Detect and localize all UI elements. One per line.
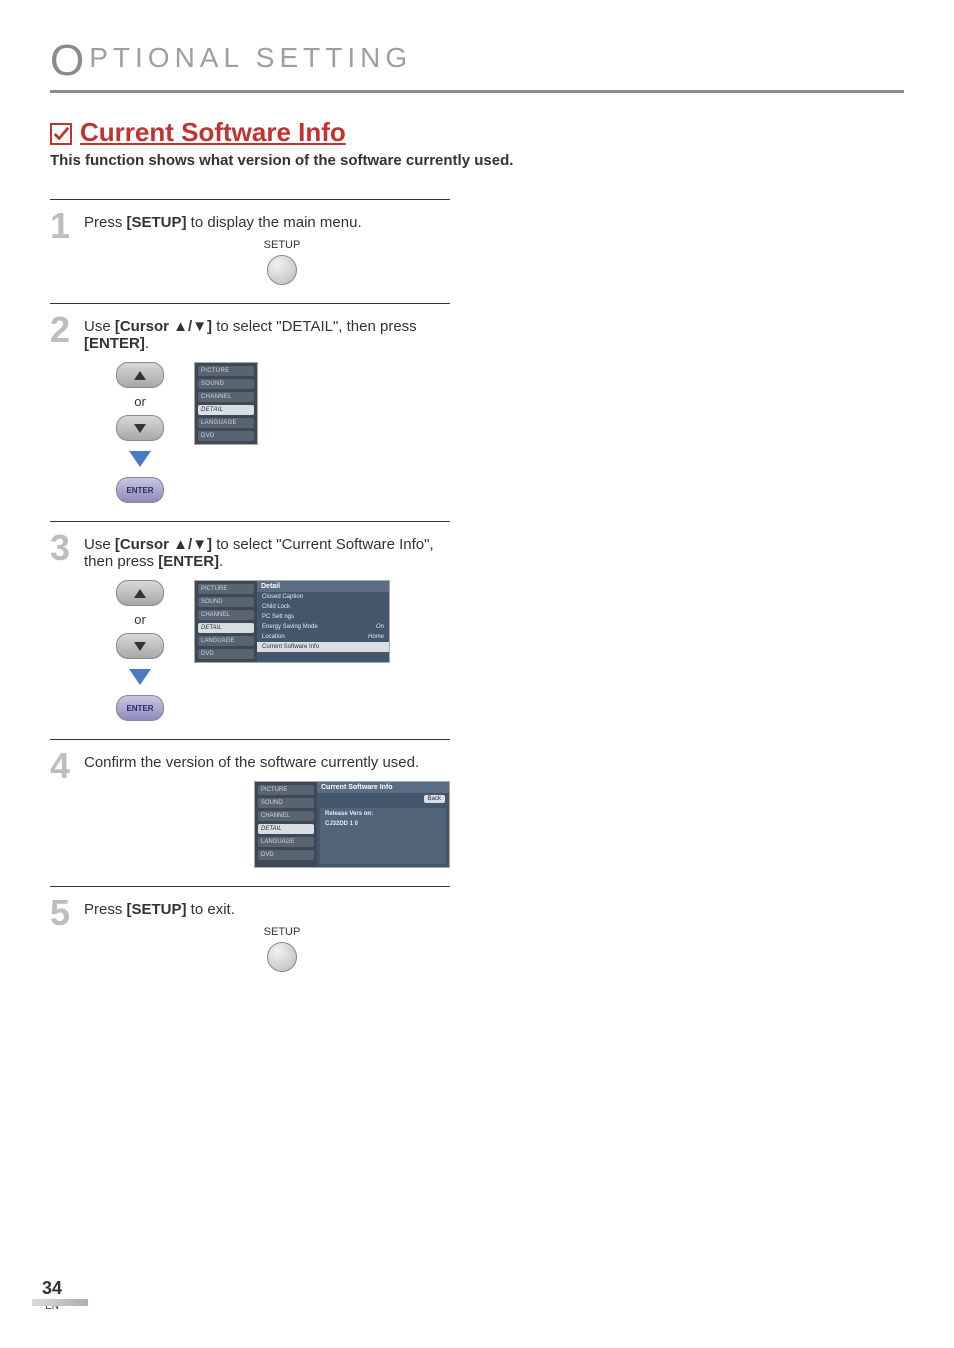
- osd-menu-item: SOUND: [198, 597, 254, 607]
- osd-menu-item: CHANNEL: [258, 811, 314, 821]
- divider: [50, 303, 450, 304]
- sw-version-label: Release Vers on:: [325, 811, 441, 817]
- osd-menu-item: SOUND: [258, 798, 314, 808]
- back-button: Back: [424, 795, 445, 803]
- divider: [50, 521, 450, 522]
- step-number: 4: [50, 748, 78, 784]
- osd-row: Closed Caption: [257, 592, 389, 602]
- osd-menu-item: DVD: [258, 850, 314, 860]
- section-subtitle: This function shows what version of the …: [50, 152, 904, 169]
- step-text: Press [SETUP] to exit. SETUP: [84, 895, 450, 972]
- osd-row: LocationHome: [257, 632, 389, 642]
- setup-button-label: SETUP: [264, 239, 301, 251]
- osd-detail-mock: PICTURE SOUND CHANNEL DETAIL LANGUAGE DVD Det…: [194, 580, 390, 663]
- divider: [50, 739, 450, 740]
- osd-row: Energy Saving ModeOn: [257, 622, 389, 632]
- chapter-heading: OPTIONAL SETTING: [50, 36, 904, 93]
- step-1: 1 Press [SETUP] to display the main menu…: [50, 208, 450, 285]
- osd-menu-item: CHANNEL: [198, 392, 254, 402]
- osd-menu-item: PICTURE: [198, 584, 254, 594]
- arrow-down-icon: [129, 451, 151, 467]
- step-text: Confirm the version of the software curr…: [84, 748, 450, 868]
- step-text: Use [Cursor ▲/▼] to select "Current Soft…: [84, 530, 450, 721]
- step-text: Press [SETUP] to display the main menu. …: [84, 208, 450, 285]
- osd-panel-title: Current Software Info: [317, 782, 449, 793]
- osd-panel-title: Detail: [257, 581, 389, 592]
- arrow-down-icon: [129, 669, 151, 685]
- cursor-up-icon: [116, 362, 164, 388]
- step-number: 3: [50, 530, 78, 566]
- page-number: 34 EN: [42, 1278, 62, 1312]
- step-number: 2: [50, 312, 78, 348]
- step-2: 2 Use [Cursor ▲/▼] to select "DETAIL", t…: [50, 312, 450, 503]
- osd-row: Child Lock: [257, 602, 389, 612]
- divider: [50, 199, 450, 200]
- osd-menu-item: SOUND: [198, 379, 254, 389]
- cursor-up-icon: [116, 580, 164, 606]
- osd-menu-item: DVD: [198, 431, 254, 441]
- osd-row: PC Sett ngs: [257, 612, 389, 622]
- step-number: 1: [50, 208, 78, 244]
- osd-menu-item: PICTURE: [198, 366, 254, 376]
- cursor-down-icon: [116, 415, 164, 441]
- osd-menu-item: LANGUAGE: [198, 418, 254, 428]
- checkbox-icon: [50, 123, 72, 145]
- enter-button-icon: ENTER: [116, 695, 164, 721]
- osd-menu-item: DVD: [198, 649, 254, 659]
- divider: [50, 886, 450, 887]
- or-label: or: [134, 394, 146, 409]
- osd-menu-item: CHANNEL: [198, 610, 254, 620]
- step-text: Use [Cursor ▲/▼] to select "DETAIL", the…: [84, 312, 450, 503]
- osd-menu-item: DETAIL: [258, 824, 314, 834]
- step-4: 4 Confirm the version of the software cu…: [50, 748, 450, 868]
- section-title: Current Software Info: [80, 117, 346, 148]
- osd-row: Current Software Info: [257, 642, 389, 652]
- osd-menu-item: LANGUAGE: [198, 636, 254, 646]
- step-3: 3 Use [Cursor ▲/▼] to select "Current So…: [50, 530, 450, 721]
- or-label: or: [134, 612, 146, 627]
- osd-menu-mock: PICTURE SOUND CHANNEL DETAIL LANGUAGE DVD: [194, 362, 258, 445]
- cursor-down-icon: [116, 633, 164, 659]
- chapter-title-text: PTIONAL SETTING: [89, 42, 412, 73]
- osd-menu-item: DETAIL: [198, 405, 254, 415]
- setup-button-icon: [267, 942, 297, 972]
- osd-menu-item: DETAIL: [198, 623, 254, 633]
- osd-swinfo-mock: PICTURE SOUND CHANNEL DETAIL LANGUAGE DVD Cur…: [254, 781, 450, 868]
- sw-version-value: CJ32DD 1 0: [325, 821, 441, 827]
- osd-menu-item: LANGUAGE: [258, 837, 314, 847]
- drop-cap: O: [50, 36, 89, 85]
- step-5: 5 Press [SETUP] to exit. SETUP: [50, 895, 450, 972]
- step-number: 5: [50, 895, 78, 931]
- osd-menu-item: PICTURE: [258, 785, 314, 795]
- setup-button-icon: [267, 255, 297, 285]
- enter-button-icon: ENTER: [116, 477, 164, 503]
- setup-button-label: SETUP: [264, 926, 301, 938]
